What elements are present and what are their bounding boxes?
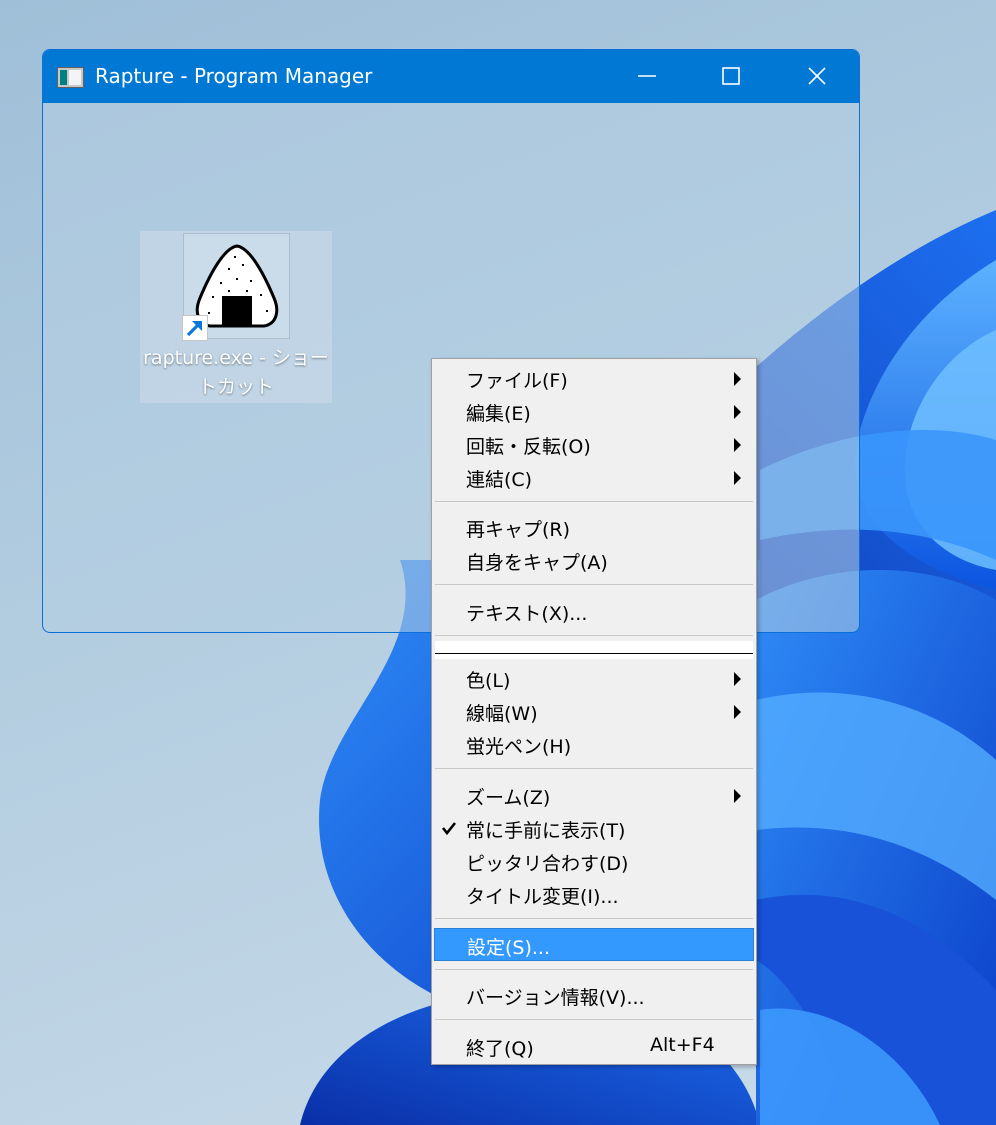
shortcut-label: rapture.exe - ショートカット: [143, 347, 329, 398]
menu-item-zoom[interactable]: ズーム(Z): [432, 779, 756, 812]
menu-item-line-width[interactable]: 線幅(W): [432, 695, 756, 728]
window-title: Rapture - Program Manager: [95, 64, 373, 88]
menu-item-settings[interactable]: 設定(S)...: [434, 928, 754, 961]
menu-separator: [435, 768, 753, 769]
menu-item-label: 再キャプ(R): [466, 519, 571, 541]
checkmark-icon: [441, 822, 457, 836]
menu-separator: [435, 918, 753, 919]
title-bar[interactable]: Rapture - Program Manager: [43, 50, 859, 103]
submenu-arrow-icon: [734, 438, 741, 452]
line-width-preview: [435, 653, 753, 654]
minimize-icon: [638, 75, 656, 77]
program-manager-icon: [57, 67, 84, 88]
menu-item-label: 編集(E): [466, 403, 531, 425]
menu-separator: [435, 501, 753, 502]
menu-separator: [435, 1019, 753, 1020]
line-preview-area: [435, 641, 753, 659]
maximize-button[interactable]: [689, 50, 773, 103]
menu-item-color[interactable]: 色(L): [432, 662, 756, 695]
menu-item-label: 設定(S)...: [467, 937, 551, 959]
menu-item-shortcut: Alt+F4: [650, 1034, 715, 1056]
menu-separator: [435, 584, 753, 585]
menu-item-highlighter[interactable]: 蛍光ペン(H): [432, 728, 756, 761]
maximize-icon: [722, 67, 740, 85]
submenu-arrow-icon: [734, 372, 741, 386]
menu-item-label: 自身をキャプ(A): [466, 552, 608, 574]
menu-item-label: バージョン情報(V)...: [466, 987, 645, 1009]
menu-item-rotate-flip[interactable]: 回転・反転(O): [432, 428, 756, 461]
menu-item-fit[interactable]: ピッタリ合わす(D): [432, 845, 756, 878]
menu-item-label: ファイル(F): [466, 370, 568, 392]
close-icon: [808, 67, 826, 85]
menu-item-label: 連結(C): [466, 469, 533, 491]
menu-separator: [435, 969, 753, 970]
menu-item-label: 蛍光ペン(H): [466, 736, 572, 758]
submenu-arrow-icon: [734, 405, 741, 419]
menu-item-text[interactable]: テキスト(X)...: [432, 595, 756, 628]
menu-item-label: ズーム(Z): [466, 787, 551, 809]
menu-item-label: 常に手前に表示(T): [466, 820, 626, 842]
menu-item-label: タイトル変更(I)...: [466, 886, 619, 908]
menu-item-label: 回転・反転(O): [466, 436, 591, 458]
minimize-button[interactable]: [605, 50, 689, 103]
menu-item-capture-self[interactable]: 自身をキャプ(A): [432, 544, 756, 577]
menu-item-label: テキスト(X)...: [466, 603, 588, 625]
menu-item-label: 線幅(W): [466, 703, 538, 725]
shortcut-arrow-icon: [186, 320, 203, 337]
menu-item-change-title[interactable]: タイトル変更(I)...: [432, 878, 756, 911]
menu-item-connect[interactable]: 連結(C): [432, 461, 756, 494]
shortcut-overlay: [182, 315, 208, 341]
menu-item-label: 終了(Q): [466, 1038, 534, 1060]
menu-item-always-on-top[interactable]: 常に手前に表示(T): [432, 812, 756, 845]
menu-item-file[interactable]: ファイル(F): [432, 362, 756, 395]
submenu-arrow-icon: [734, 789, 741, 803]
menu-item-exit[interactable]: 終了(Q) Alt+F4: [432, 1030, 756, 1063]
submenu-arrow-icon: [734, 705, 741, 719]
context-menu[interactable]: ファイル(F) 編集(E) 回転・反転(O) 連結(C) 再キャプ(R) 自身を…: [431, 358, 757, 1065]
menu-item-label: 色(L): [466, 670, 511, 692]
submenu-arrow-icon: [734, 471, 741, 485]
submenu-arrow-icon: [734, 672, 741, 686]
menu-item-label: ピッタリ合わす(D): [466, 853, 629, 875]
rapture-shortcut[interactable]: rapture.exe - ショートカット: [140, 231, 332, 403]
close-button[interactable]: [775, 50, 859, 103]
menu-item-version-info[interactable]: バージョン情報(V)...: [432, 979, 756, 1012]
menu-item-recapture[interactable]: 再キャプ(R): [432, 511, 756, 544]
menu-item-edit[interactable]: 編集(E): [432, 395, 756, 428]
menu-separator: [435, 635, 753, 636]
